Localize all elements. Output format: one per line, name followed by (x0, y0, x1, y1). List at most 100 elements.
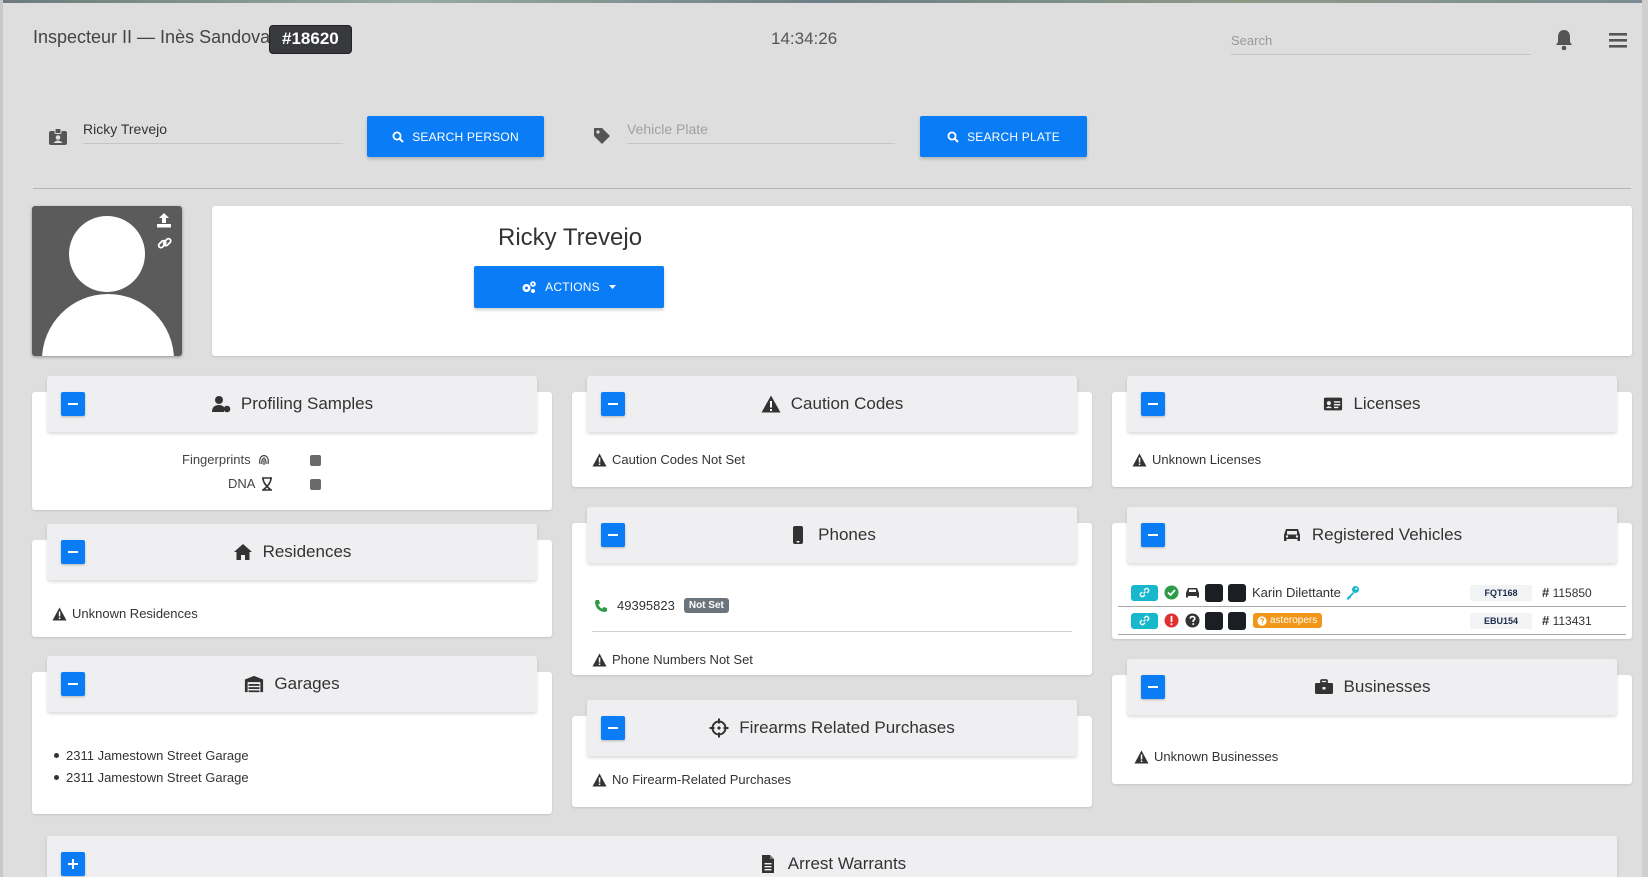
link-icon[interactable] (157, 236, 172, 251)
caution-codes-panel: Caution Codes Caution Codes Not Set (572, 376, 1092, 487)
question-circle-icon (1257, 615, 1267, 626)
plate-badge[interactable]: FQT168 (1470, 584, 1532, 601)
link-icon (1139, 587, 1150, 598)
exclamation-circle-icon (1164, 613, 1179, 628)
vehicle-owner: Karin Dilettante (1252, 585, 1341, 600)
panel-title: Firearms Related Purchases (739, 718, 955, 737)
warning-icon (592, 773, 607, 786)
collapse-button[interactable] (1141, 523, 1165, 547)
actions-dropdown-button[interactable]: ACTIONS (474, 266, 664, 308)
upload-icon[interactable] (156, 212, 172, 228)
panel-title: Residences (262, 542, 352, 561)
panel-header: Caution Codes (587, 376, 1077, 432)
collapse-button[interactable] (61, 540, 85, 564)
question-circle-icon (1185, 613, 1200, 628)
bell-icon[interactable] (1554, 29, 1574, 51)
user-fingerprint-icon (211, 396, 231, 413)
panel-title: Registered Vehicles (1311, 525, 1463, 544)
collapse-button[interactable] (601, 392, 625, 416)
collapse-button[interactable] (61, 392, 85, 416)
phones-note: Phone Numbers Not Set (592, 652, 753, 667)
person-name-input[interactable] (83, 114, 343, 144)
caution-note: Caution Codes Not Set (592, 452, 745, 467)
plate-badge[interactable]: EBU154 (1470, 612, 1532, 629)
vehicle-row: asteropers EBU154 # 113431 (1118, 607, 1626, 635)
licenses-note: Unknown Licenses (1132, 452, 1261, 467)
briefcase-icon (1314, 679, 1333, 694)
avatar-body-shape (42, 294, 174, 356)
officer-name: Inspecteur II — Inès Sandoval (33, 27, 275, 47)
panel-header: Businesses (1127, 659, 1617, 715)
collapse-button[interactable] (601, 523, 625, 547)
phone-entry: 49395823 Not Set (594, 598, 729, 613)
fingerprints-checkbox[interactable] (310, 455, 321, 466)
hamburger-menu-icon[interactable] (1608, 31, 1628, 49)
mobile-phone-icon (793, 526, 804, 544)
cogs-icon (522, 281, 536, 293)
file-document-icon (761, 855, 774, 873)
dna-label: DNA (228, 476, 256, 491)
vehicle-row: Karin Dilettante FQT168 # 115850 (1118, 579, 1626, 607)
phones-divider (592, 631, 1072, 632)
home-icon (233, 544, 252, 560)
avatar-head-shape (69, 216, 145, 292)
registration-number: # 113431 (1542, 613, 1592, 628)
color-swatch-secondary (1228, 583, 1246, 602)
link-icon (1139, 615, 1150, 626)
businesses-panel: Businesses Unknown Businesses (1112, 659, 1632, 784)
officer-badge: #18620 (269, 25, 352, 54)
phone-icon (595, 599, 607, 612)
arrest-warrants-panel: Arrest Warrants (32, 836, 1632, 877)
collapse-button[interactable] (1141, 675, 1165, 699)
dna-checkbox[interactable] (310, 479, 321, 490)
collapse-button[interactable] (601, 716, 625, 740)
dna-row: DNA (228, 476, 273, 491)
residences-panel: Residences Unknown Residences (32, 524, 552, 637)
panel-header: Licenses (1127, 376, 1617, 432)
panel-header: Phones (587, 507, 1077, 563)
collapse-button[interactable] (1141, 392, 1165, 416)
color-swatch-primary (1205, 611, 1223, 630)
panel-title: Phones (818, 525, 876, 544)
licenses-panel: Licenses Unknown Licenses (1112, 376, 1632, 487)
car-icon (1283, 529, 1300, 541)
fingerprints-label: Fingerprints (182, 452, 251, 467)
global-search-input[interactable] (1231, 27, 1531, 55)
collapse-button[interactable] (61, 672, 85, 696)
search-icon (947, 131, 959, 143)
profiling-samples-panel: Profiling Samples Fingerprints DNA (32, 376, 552, 510)
list-item: 2311 Jamestown Street Garage (54, 770, 249, 785)
warning-icon (52, 607, 67, 620)
warning-icon (1134, 750, 1149, 763)
residences-note: Unknown Residences (52, 606, 198, 621)
scrollbar-track[interactable] (1642, 0, 1648, 877)
panel-title: Profiling Samples (240, 394, 374, 413)
firearms-panel: Firearms Related Purchases No Firearm-Re… (572, 700, 1092, 807)
vehicle-plate-input[interactable] (627, 114, 895, 144)
link-vehicle-button[interactable] (1131, 584, 1158, 601)
link-vehicle-button[interactable] (1131, 612, 1158, 629)
person-name: Ricky Trevejo (498, 224, 643, 251)
tag-icon (594, 128, 610, 144)
fingerprints-row: Fingerprints (182, 452, 271, 467)
search-icon (392, 131, 404, 143)
caret-down-icon (608, 285, 616, 289)
profile-photo (32, 206, 182, 356)
panel-title: Caution Codes (790, 394, 904, 413)
warning-icon (592, 653, 607, 666)
panel-header: Residences (47, 524, 537, 580)
expand-button[interactable] (61, 852, 85, 876)
car-icon (1186, 588, 1199, 598)
search-person-label: SEARCH PERSON (412, 129, 519, 144)
panel-title: Businesses (1343, 677, 1431, 696)
fingerprint-icon (258, 454, 269, 465)
search-plate-label: SEARCH PLATE (967, 129, 1060, 144)
crosshairs-icon (709, 718, 729, 738)
search-person-button[interactable]: SEARCH PERSON (367, 116, 544, 157)
panel-title: Arrest Warrants (787, 854, 907, 873)
clock: 14:34:26 (771, 29, 838, 48)
organization-badge[interactable]: asteropers (1253, 613, 1323, 628)
search-plate-button[interactable]: SEARCH PLATE (920, 116, 1087, 157)
panel-header: Garages (47, 656, 537, 712)
left-edge (0, 0, 3, 877)
